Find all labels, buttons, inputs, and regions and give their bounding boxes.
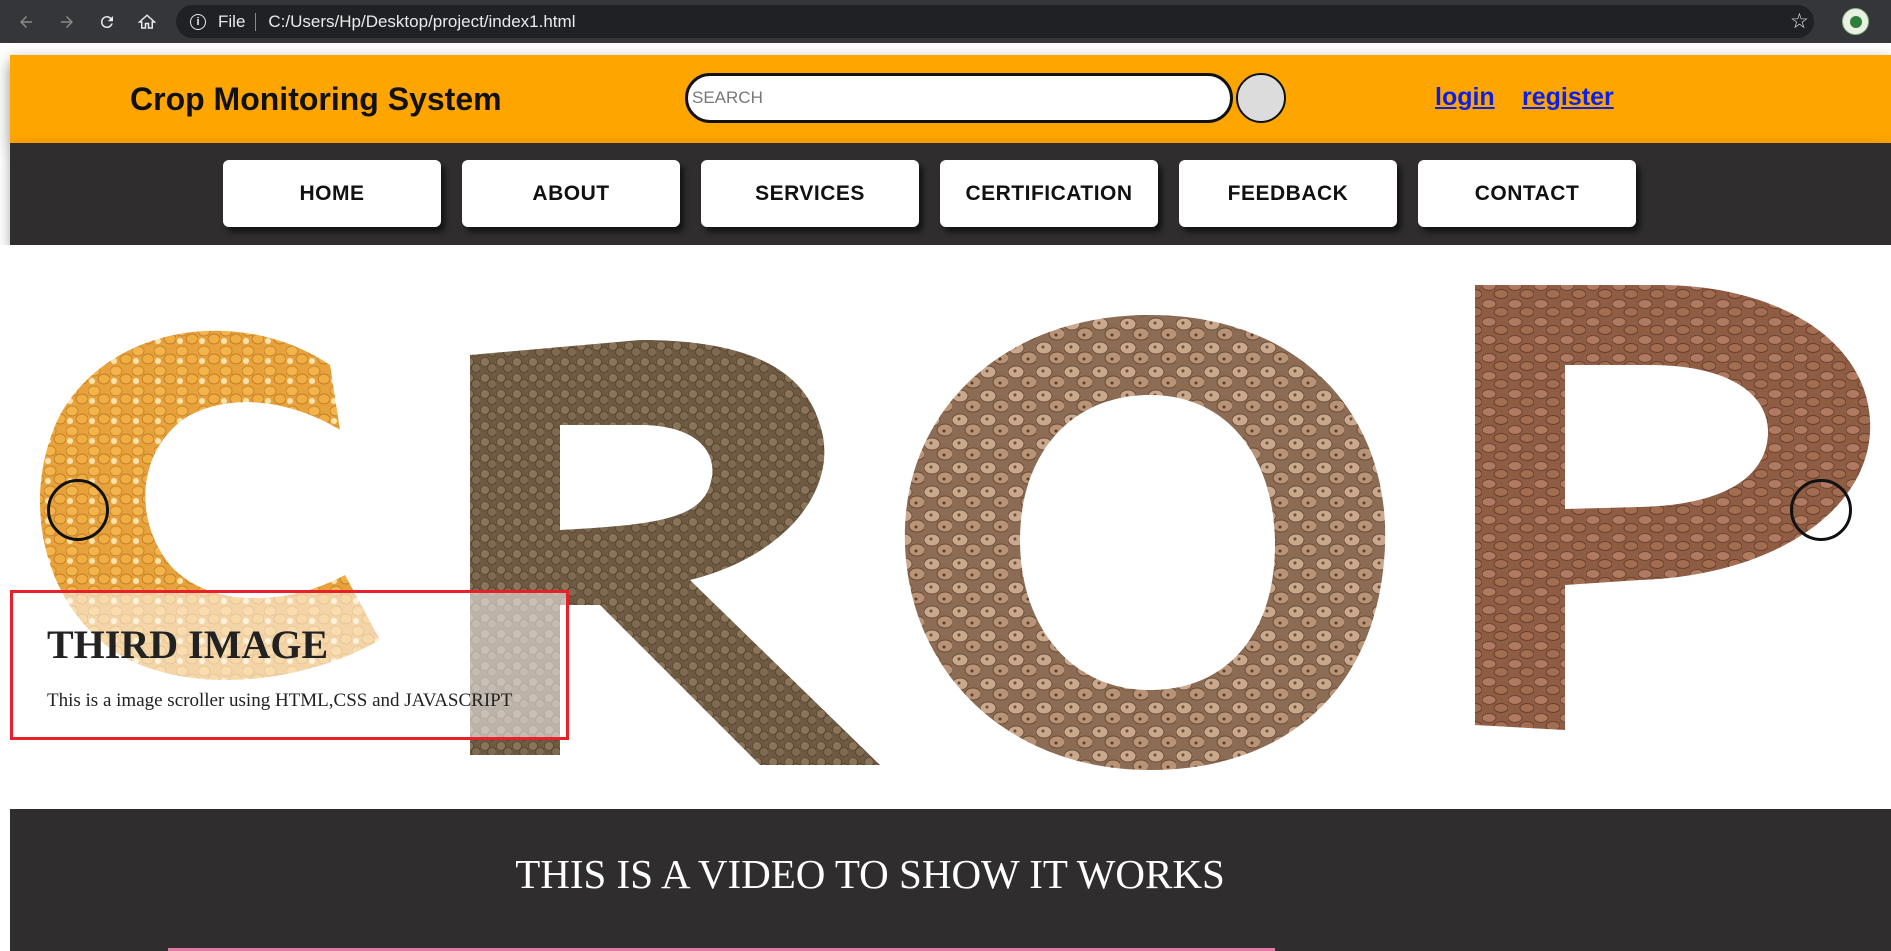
caption-title: THIRD IMAGE — [47, 622, 329, 667]
star-icon[interactable]: ☆ — [1790, 9, 1809, 34]
home-icon[interactable] — [133, 8, 161, 36]
page-gap — [0, 43, 1891, 55]
caption-text: This is a image scroller using HTML,CSS … — [47, 690, 513, 711]
search-button[interactable] — [1236, 73, 1286, 123]
separator — [255, 12, 257, 31]
back-icon[interactable] — [12, 8, 40, 36]
nav-certification[interactable]: CERTIFICATION — [940, 160, 1158, 227]
login-link[interactable]: login — [1435, 83, 1495, 112]
main-nav: HOME ABOUT SERVICES CERTIFICATION FEEDBA… — [10, 143, 1891, 245]
info-icon[interactable]: i — [190, 13, 206, 30]
scheme-label: File — [218, 11, 246, 31]
url-text: C:/Users/Hp/Desktop/project/index1.html — [268, 11, 576, 31]
register-link[interactable]: register — [1522, 83, 1614, 112]
video-title: THIS IS A VIDEO TO SHOW IT WORKS — [515, 851, 1225, 897]
image-slider: THIRD IMAGE This is a image scroller usi… — [0, 245, 1891, 809]
nav-home[interactable]: HOME — [223, 160, 441, 227]
nav-services[interactable]: SERVICES — [701, 160, 919, 227]
slider-prev-button[interactable] — [47, 479, 109, 541]
forward-icon[interactable] — [53, 8, 81, 36]
search-input[interactable] — [685, 73, 1233, 123]
browser-toolbar: i File C:/Users/Hp/Desktop/project/index… — [0, 0, 1891, 43]
video-section: THIS IS A VIDEO TO SHOW IT WORKS — [10, 809, 1891, 951]
site-header: Crop Monitoring System login register — [10, 55, 1891, 143]
address-bar[interactable]: i File C:/Users/Hp/Desktop/project/index… — [176, 5, 1814, 38]
site-title: Crop Monitoring System — [130, 81, 502, 117]
reload-icon[interactable] — [93, 8, 121, 36]
slide-caption: THIRD IMAGE This is a image scroller usi… — [10, 590, 569, 740]
slider-next-button[interactable] — [1790, 479, 1852, 541]
avatar-dot — [1849, 15, 1862, 28]
profile-avatar[interactable] — [1842, 8, 1869, 35]
nav-about[interactable]: ABOUT — [462, 160, 680, 227]
nav-contact[interactable]: CONTACT — [1418, 160, 1636, 227]
nav-feedback[interactable]: FEEDBACK — [1179, 160, 1397, 227]
